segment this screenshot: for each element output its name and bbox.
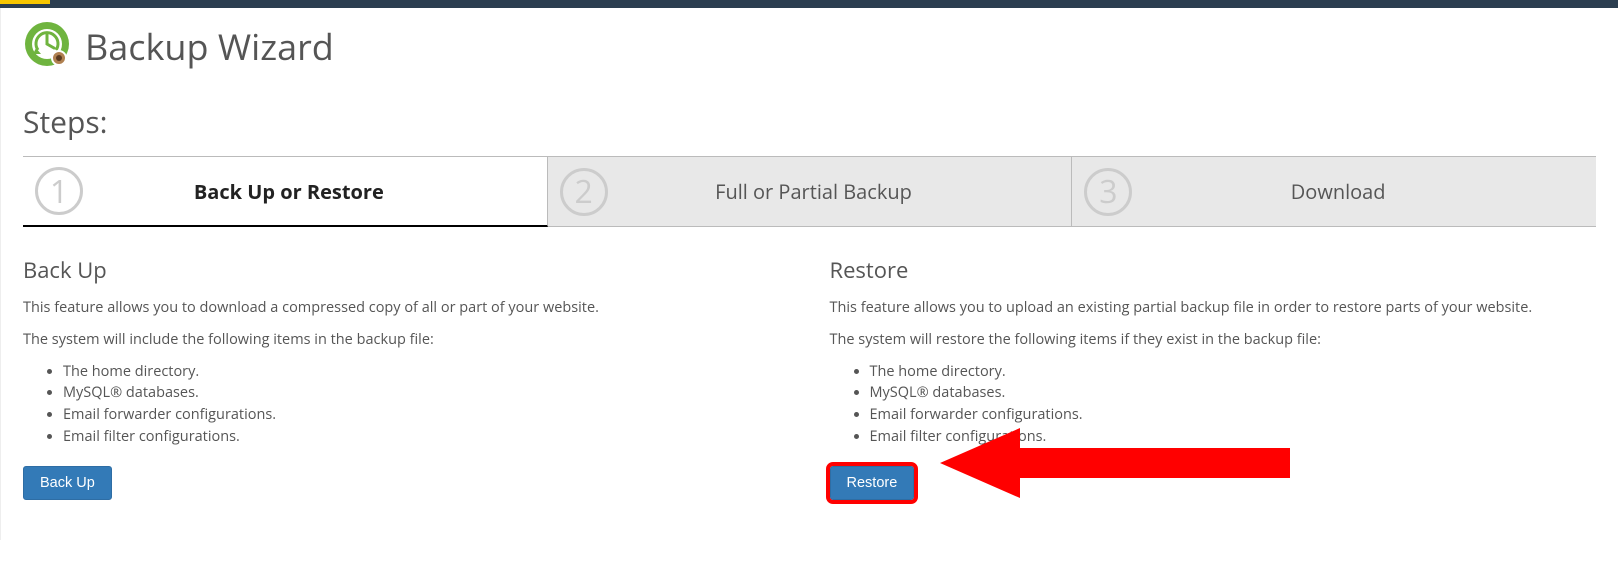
- list-item: Email forwarder configurations.: [63, 404, 790, 426]
- steps-heading: Steps:: [23, 101, 1596, 142]
- backup-section: Back Up This feature allows you to downl…: [23, 255, 790, 500]
- restore-subdescription: The system will restore the following it…: [830, 329, 1597, 351]
- step-number-icon: 1: [35, 167, 83, 215]
- restore-button[interactable]: Restore: [830, 466, 915, 500]
- list-item: The home directory.: [870, 361, 1597, 383]
- step-label: Back Up or Restore: [91, 178, 535, 205]
- list-item: Email forwarder configurations.: [870, 404, 1597, 426]
- step-3-download[interactable]: 3 Download: [1072, 157, 1596, 226]
- backup-button[interactable]: Back Up: [23, 466, 112, 500]
- backup-heading: Back Up: [23, 255, 790, 285]
- restore-heading: Restore: [830, 255, 1597, 285]
- page-header: Backup Wizard: [23, 20, 1596, 73]
- list-item: Email filter configurations.: [63, 426, 790, 448]
- backup-items-list: The home directory. MySQL® databases. Em…: [23, 361, 790, 448]
- step-label: Full or Partial Backup: [616, 178, 1060, 205]
- step-2-full-or-partial[interactable]: 2 Full or Partial Backup: [548, 157, 1073, 226]
- step-number-icon: 2: [560, 168, 608, 216]
- restore-description: This feature allows you to upload an exi…: [830, 297, 1597, 319]
- list-item: MySQL® databases.: [63, 382, 790, 404]
- step-number-icon: 3: [1084, 168, 1132, 216]
- backup-description: This feature allows you to download a co…: [23, 297, 790, 319]
- window-topbar: [0, 0, 1618, 8]
- page-title: Backup Wizard: [85, 22, 334, 71]
- list-item: Email filter configurations.: [870, 426, 1597, 448]
- backup-subdescription: The system will include the following it…: [23, 329, 790, 351]
- backup-wizard-icon: [23, 20, 71, 73]
- restore-section: Restore This feature allows you to uploa…: [830, 255, 1597, 500]
- step-label: Download: [1140, 178, 1584, 205]
- restore-items-list: The home directory. MySQL® databases. Em…: [830, 361, 1597, 448]
- step-1-backup-or-restore[interactable]: 1 Back Up or Restore: [23, 157, 548, 227]
- steps-bar: 1 Back Up or Restore 2 Full or Partial B…: [23, 156, 1596, 227]
- list-item: The home directory.: [63, 361, 790, 383]
- list-item: MySQL® databases.: [870, 382, 1597, 404]
